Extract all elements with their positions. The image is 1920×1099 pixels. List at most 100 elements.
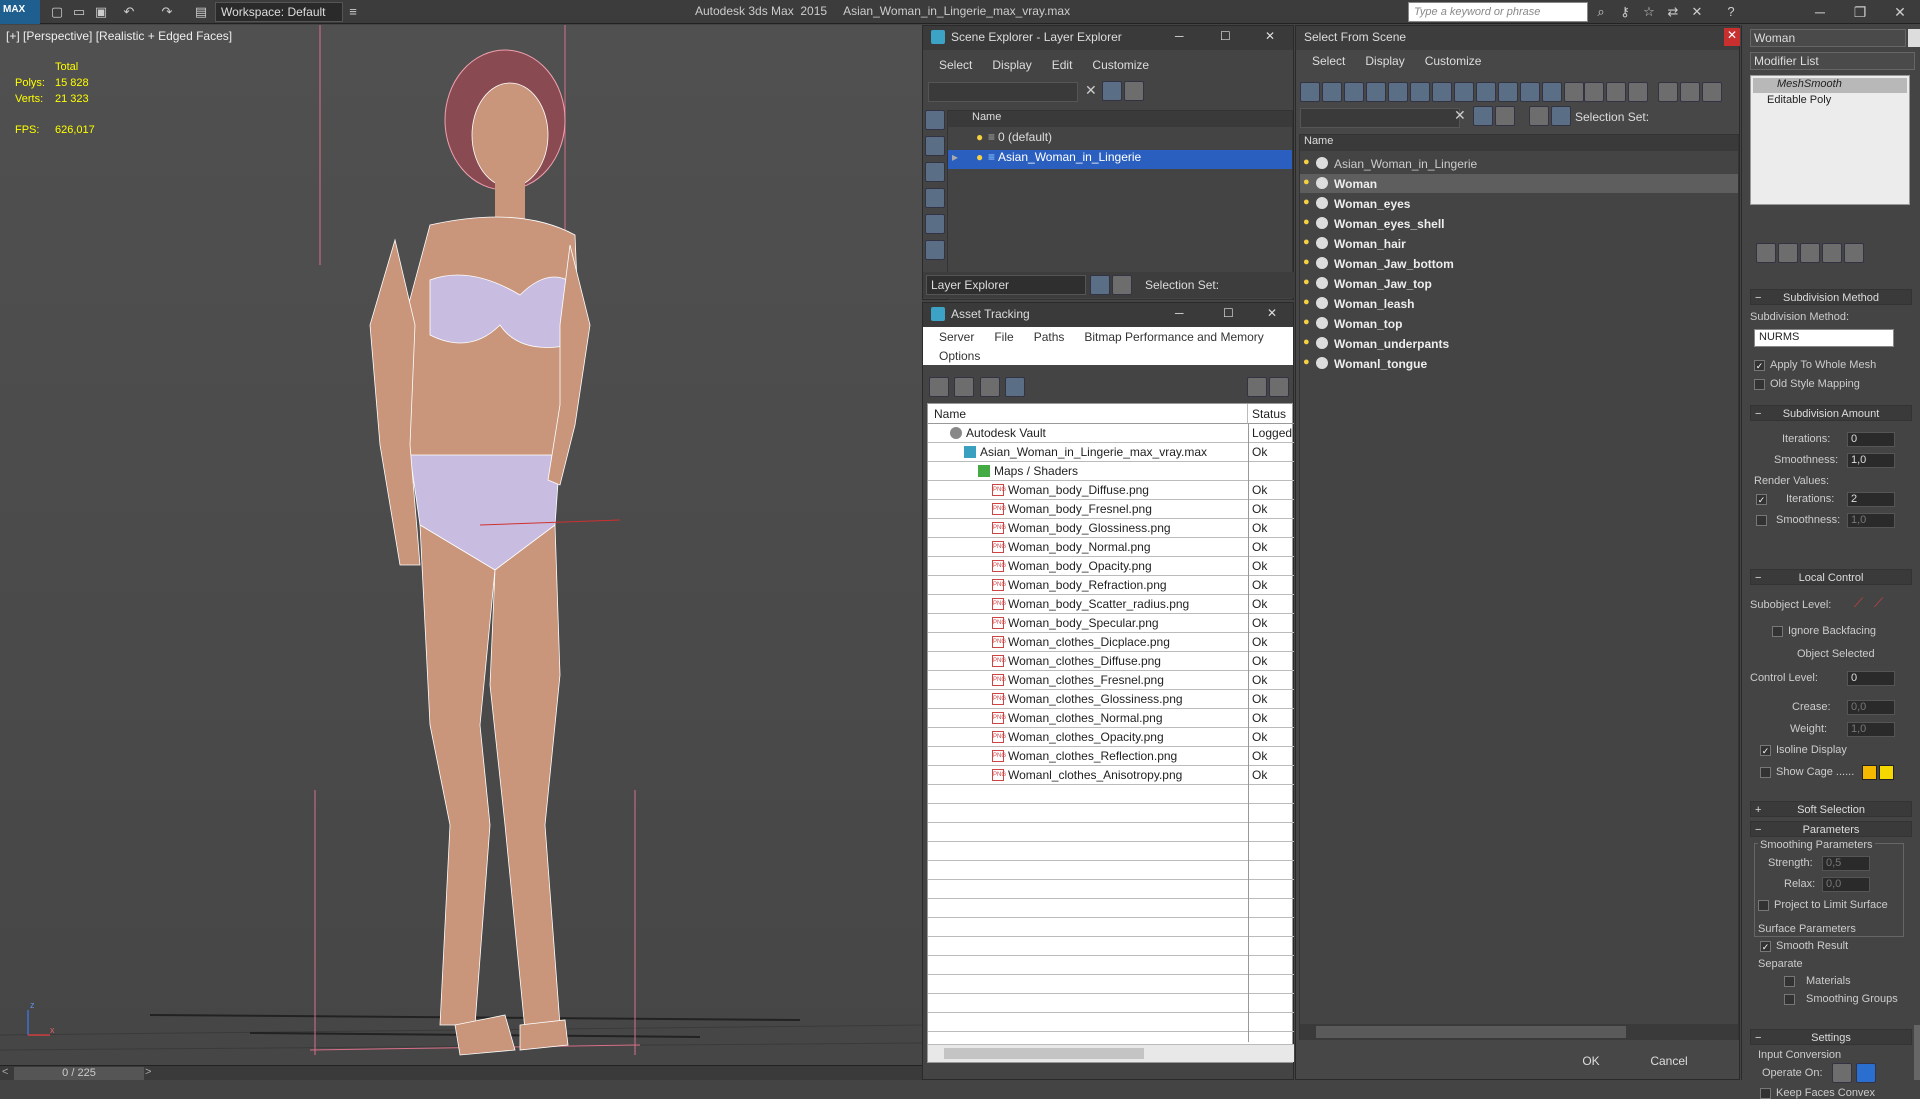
menu-bitmap-performance[interactable]: Bitmap Performance and Memory	[1074, 330, 1273, 344]
lightbulb-icon[interactable]: ●	[1303, 216, 1310, 228]
minimize-icon[interactable]: ─	[1175, 306, 1184, 320]
hierarchy-mode-icon[interactable]	[1551, 106, 1571, 126]
asset-horizontal-scrollbar[interactable]	[928, 1044, 1294, 1062]
geometry-filter-icon[interactable]	[925, 162, 945, 182]
ignore-backfacing-checkbox[interactable]	[1772, 626, 1783, 637]
keep-faces-convex-checkbox[interactable]	[1760, 1088, 1771, 1099]
select-none-icon[interactable]	[1606, 82, 1626, 102]
scene-object-row[interactable]: ● Woman_leash	[1300, 294, 1738, 313]
filter-options-icon[interactable]	[1658, 82, 1678, 102]
star-icon[interactable]: ☆	[1640, 3, 1658, 21]
render-iterations-checkbox[interactable]: ✓	[1756, 494, 1767, 505]
render-iterations-spinner[interactable]: 2	[1847, 492, 1895, 507]
asset-row[interactable]: PNG Woman_body_Refraction.png	[928, 576, 1248, 594]
scene-object-row[interactable]: ● Asian_Woman_in_Lingerie	[1300, 154, 1738, 173]
soft-selection-rollout[interactable]: + Soft Selection	[1750, 801, 1912, 817]
open-folder-icon[interactable]: ▭	[70, 3, 88, 21]
lights-filter-icon[interactable]	[925, 214, 945, 234]
cancel-button[interactable]: Cancel	[1634, 1050, 1704, 1072]
help-icon[interactable]	[1247, 377, 1267, 397]
help-icon[interactable]: ?	[1722, 3, 1740, 21]
asset-row[interactable]: PNG Woman_body_Glossiness.png	[928, 519, 1248, 537]
smooth-result-checkbox[interactable]: ✓	[1760, 941, 1771, 952]
asset-row[interactable]: PNG Woman_body_Diffuse.png	[928, 481, 1248, 499]
asset-row[interactable]: PNG Woman_body_Normal.png	[928, 538, 1248, 556]
edge-subobject-icon[interactable]: ⟋	[1874, 595, 1883, 611]
asset-row[interactable]: PNG Woman_body_Specular.png	[928, 614, 1248, 632]
cage-color-swatch-1[interactable]	[1862, 765, 1877, 780]
menu-select[interactable]: Select	[1302, 54, 1355, 68]
helpers-filter-icon[interactable]	[1388, 82, 1408, 102]
lightbulb-icon[interactable]: ●	[1303, 196, 1310, 208]
clear-filter-icon[interactable]: ✕	[1454, 107, 1466, 124]
perspective-viewport[interactable]: [+] [Perspective] [Realistic + Edged Fac…	[0, 25, 922, 1065]
operate-on-polygons-icon[interactable]	[1856, 1063, 1876, 1083]
scroll-thumb[interactable]	[1316, 1026, 1626, 1038]
menu-paths[interactable]: Paths	[1024, 330, 1075, 344]
workspace-dropdown[interactable]: Workspace: Default	[215, 2, 343, 22]
minimize-icon[interactable]: ─	[1175, 29, 1184, 43]
asset-row[interactable]: PNG Womanl_clothes_Anisotropy.png	[928, 766, 1248, 784]
lightbulb-icon[interactable]: ●	[1303, 296, 1310, 308]
display-none-icon[interactable]	[925, 110, 945, 130]
menu-server[interactable]: Server	[929, 330, 984, 344]
hierarchy-mode-icon[interactable]	[1112, 275, 1132, 295]
asset-row[interactable]: PNG Woman_clothes_Normal.png	[928, 709, 1248, 727]
vertex-subobject-icon[interactable]: ⟋	[1854, 595, 1863, 611]
project-folder-icon[interactable]: ▤	[192, 3, 210, 21]
asset-row[interactable]: Autodesk Vault	[928, 424, 1248, 442]
save-icon[interactable]: ▣	[92, 3, 110, 21]
scene-object-row[interactable]: ● Woman_Jaw_top	[1300, 274, 1738, 293]
pin-stack-icon[interactable]	[1756, 243, 1776, 263]
layer-row-asian-woman[interactable]: ▸ ● ≡ Asian_Woman_in_Lingerie	[948, 150, 1292, 169]
refresh-icon[interactable]	[929, 377, 949, 397]
control-level-spinner[interactable]: 0	[1847, 671, 1895, 686]
lightbulb-icon[interactable]: ●	[976, 150, 983, 164]
layer-row-default[interactable]: ● ≡ 0 (default)	[948, 130, 1292, 149]
menu-options[interactable]: Options	[929, 349, 990, 363]
layer-mode-icon[interactable]	[1090, 275, 1110, 295]
lightbulb-icon[interactable]: ●	[1303, 316, 1310, 328]
filter-toggle-icon[interactable]	[1495, 106, 1515, 126]
lights-filter-icon[interactable]	[1344, 82, 1364, 102]
select-invert-icon[interactable]	[1628, 82, 1648, 102]
object-name-field[interactable]: Woman	[1750, 29, 1906, 47]
geometry-filter-icon[interactable]	[1300, 82, 1320, 102]
layer-explorer-titlebar[interactable]: Scene Explorer - Layer Explorer ─ ☐ ✕	[923, 26, 1293, 50]
subdivision-amount-rollout[interactable]: − Subdivision Amount	[1750, 405, 1912, 421]
operate-on-triangles-icon[interactable]	[1832, 1063, 1852, 1083]
render-smoothness-spinner[interactable]: 1,0	[1847, 513, 1895, 528]
lightbulb-icon[interactable]: ●	[1303, 176, 1310, 188]
close-icon[interactable]: ✕	[1267, 306, 1277, 320]
restore-window-button[interactable]: ❐	[1840, 0, 1880, 24]
undo-icon[interactable]: ↶	[120, 3, 138, 21]
asset-row[interactable]: PNG Woman_body_Scatter_radius.png	[928, 595, 1248, 613]
time-slider[interactable]: 0 / 225	[14, 1067, 144, 1080]
scene-object-row[interactable]: ● Woman_eyes_shell	[1300, 214, 1738, 233]
relax-spinner[interactable]: 0,0	[1822, 877, 1870, 892]
close-window-button[interactable]: ✕	[1880, 0, 1920, 24]
show-end-result-icon[interactable]	[1778, 243, 1798, 263]
crease-spinner[interactable]: 0,0	[1847, 700, 1895, 715]
settings-icon[interactable]	[1269, 377, 1289, 397]
expand-arrow-icon[interactable]: ▸	[952, 150, 958, 164]
hidden-filter-icon[interactable]	[1542, 82, 1562, 102]
scene-object-row[interactable]: ● Woman_Jaw_bottom	[1300, 254, 1738, 273]
asset-col-name[interactable]: Name	[928, 404, 1248, 424]
groups-filter-icon[interactable]	[1432, 82, 1452, 102]
maximize-icon[interactable]: ☐	[1223, 306, 1234, 320]
menu-display[interactable]: Display	[1355, 54, 1414, 68]
spacewarps-filter-icon[interactable]	[1410, 82, 1430, 102]
make-unique-icon[interactable]	[1800, 243, 1820, 263]
containers-filter-icon[interactable]	[1498, 82, 1518, 102]
lightbulb-icon[interactable]: ●	[1303, 256, 1310, 268]
settings-rollout[interactable]: − Settings	[1750, 1029, 1912, 1045]
maximize-icon[interactable]: ☐	[1220, 29, 1231, 43]
next-frame-icon[interactable]: >	[145, 1066, 151, 1078]
asset-row[interactable]: PNG Woman_body_Fresnel.png	[928, 500, 1248, 518]
weight-spinner[interactable]: 1,0	[1847, 722, 1895, 737]
frozen-filter-icon[interactable]	[1520, 82, 1540, 102]
menu-customize[interactable]: Customize	[1082, 58, 1159, 72]
menu-edit[interactable]: Edit	[1042, 58, 1083, 72]
lightbulb-icon[interactable]: ●	[976, 130, 983, 144]
